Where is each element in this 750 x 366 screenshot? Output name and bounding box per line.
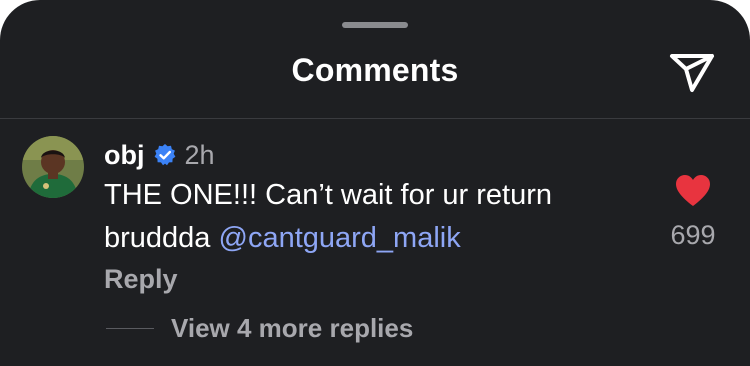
avatar[interactable] xyxy=(22,136,84,198)
view-more-replies-button[interactable]: View 4 more replies xyxy=(171,313,413,344)
verified-badge-icon xyxy=(154,144,175,166)
sheet-title: Comments xyxy=(291,52,459,88)
comment-text: THE ONE!!! Can’t wait for ur return brud… xyxy=(104,174,644,260)
username[interactable]: obj xyxy=(104,140,145,171)
like-count: 699 xyxy=(670,220,716,250)
paper-plane-icon[interactable] xyxy=(666,50,718,96)
mention-link[interactable]: @cantguard_malik xyxy=(219,222,461,254)
comments-sheet: Comments obj 2h THE ONE!!! Can’t wait fo… xyxy=(0,0,750,366)
replies-divider-line xyxy=(106,328,154,329)
comment-timestamp: 2h xyxy=(184,139,215,170)
drag-handle[interactable] xyxy=(342,22,408,28)
header-divider xyxy=(0,118,750,119)
heart-icon[interactable] xyxy=(675,174,711,208)
comment-header: obj 2h xyxy=(104,138,215,172)
reply-button[interactable]: Reply xyxy=(104,264,178,295)
